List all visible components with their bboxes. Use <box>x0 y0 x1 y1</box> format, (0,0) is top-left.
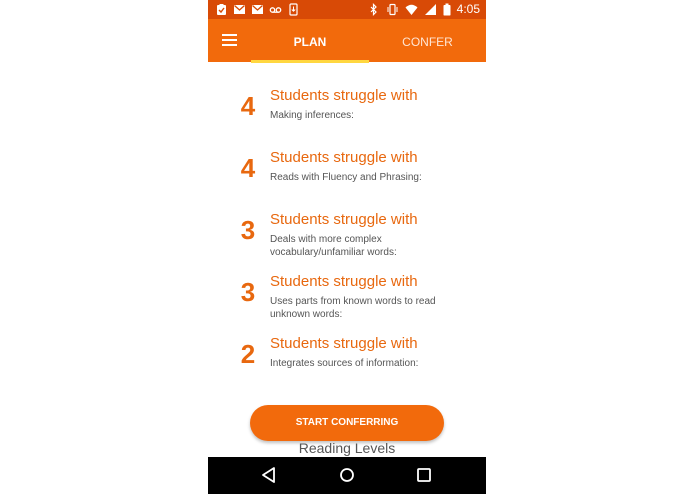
struggle-title: Students struggle with <box>270 335 418 352</box>
struggle-count: 2 <box>240 339 256 369</box>
struggle-title: Students struggle with <box>270 273 418 290</box>
struggle-skill: Uses parts from known words to read unkn… <box>270 296 436 320</box>
wifi-icon <box>405 4 418 15</box>
struggle-count: 3 <box>240 277 256 307</box>
struggle-title: Students struggle with <box>270 87 418 104</box>
signal-icon <box>424 4 436 15</box>
home-icon[interactable] <box>338 466 356 484</box>
struggle-item-word-parts[interactable]: 3 Students struggle with Uses parts from… <box>208 273 486 333</box>
menu-icon[interactable] <box>221 32 239 48</box>
struggle-item-sources[interactable]: 2 Students struggle with Integrates sour… <box>208 335 486 395</box>
tab-confer[interactable]: CONFER <box>369 19 486 62</box>
struggle-item-vocabulary[interactable]: 3 Students struggle with Deals with more… <box>208 211 486 271</box>
status-time: 4:05 <box>456 2 480 16</box>
gmail-icon <box>252 5 263 14</box>
start-conferring-button[interactable]: START CONFERRING <box>250 405 444 441</box>
reading-levels-label: Reading Levels <box>298 440 396 456</box>
struggle-count: 4 <box>240 91 256 121</box>
struggle-count: 3 <box>240 215 256 245</box>
struggle-skill: Making inferences: <box>270 110 354 121</box>
struggle-title: Students struggle with <box>270 149 418 166</box>
app-bar: PLAN CONFER <box>208 19 486 63</box>
nav-bar <box>208 457 486 494</box>
battery-icon <box>443 3 451 16</box>
phone-download-icon <box>289 3 298 16</box>
vibrate-icon <box>387 3 398 16</box>
struggle-count: 4 <box>240 153 256 183</box>
back-icon[interactable] <box>260 466 278 484</box>
voicemail-icon <box>269 7 282 13</box>
status-bar: 4:05 <box>208 0 486 19</box>
struggle-item-fluency[interactable]: 4 Students struggle with Reads with Flue… <box>208 149 486 209</box>
struggle-skill: Reads with Fluency and Phrasing: <box>270 172 422 183</box>
phone-screen: 4:05 PLAN CONFER 4 Students struggle wit… <box>208 0 486 494</box>
struggle-skill: Deals with more complex vocabulary/unfam… <box>270 234 397 258</box>
recents-icon[interactable] <box>415 466 433 484</box>
tab-indicator <box>251 60 369 63</box>
gmail-icon <box>234 5 245 14</box>
struggle-skill: Integrates sources of information: <box>270 358 419 369</box>
struggle-item-inferences[interactable]: 4 Students struggle with Making inferenc… <box>208 87 486 147</box>
tab-plan[interactable]: PLAN <box>251 19 369 62</box>
clipboard-check-icon <box>217 4 226 15</box>
struggle-title: Students struggle with <box>270 211 418 228</box>
bluetooth-icon <box>370 3 377 16</box>
